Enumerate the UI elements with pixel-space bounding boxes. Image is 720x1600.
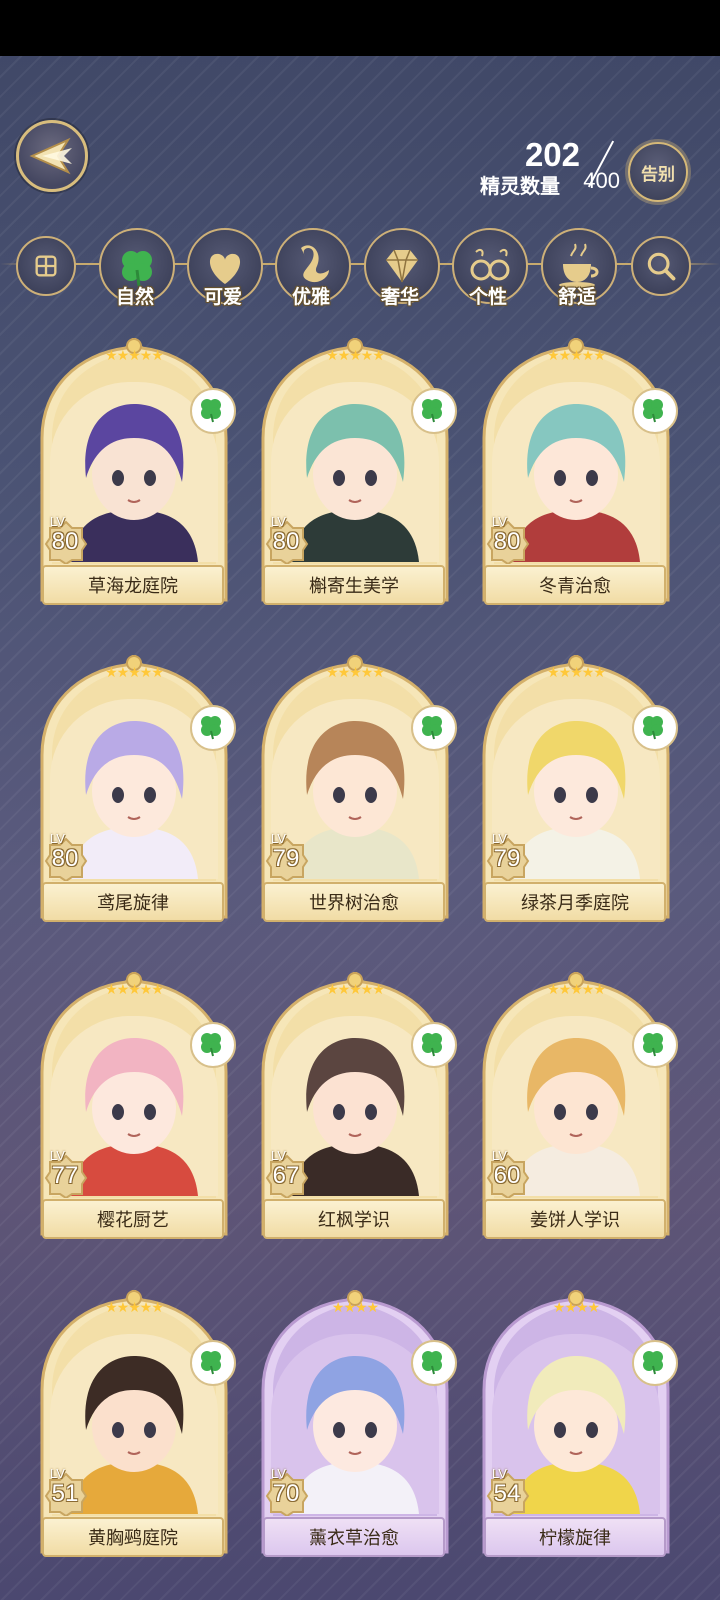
- spirit-count-label: 精灵数量: [480, 174, 560, 198]
- spirit-name: 世界树治愈: [263, 882, 445, 922]
- filter-label: 可爱: [203, 286, 242, 308]
- level-value: 80: [272, 528, 300, 555]
- filter-grid[interactable]: [16, 236, 76, 296]
- clover-badge-icon: [632, 1022, 678, 1068]
- spirit-name: 薰衣草治愈: [263, 1517, 445, 1557]
- back-arrow-icon: [29, 137, 72, 175]
- spirit-card[interactable]: ★★★★★ LV 80 鸢尾旋律: [40, 655, 236, 927]
- star-rating: ★★★★★: [105, 348, 164, 364]
- star-rating: ★★★★★: [326, 982, 385, 998]
- level-value: 54: [493, 1480, 521, 1507]
- filter-search[interactable]: [631, 236, 691, 296]
- level-value: 51: [51, 1480, 79, 1507]
- star-rating: ★★★★★: [547, 982, 606, 998]
- level-value: 70: [272, 1480, 300, 1507]
- level-tag: LV: [492, 1466, 507, 1481]
- star-rating: ★★★★★: [326, 665, 385, 681]
- spirit-count-max: 400: [583, 168, 620, 193]
- clover-badge-icon: [190, 1022, 236, 1068]
- spirit-count-current: 202: [524, 136, 580, 173]
- spirit-card[interactable]: ★★★★ LV 70 薰衣草治愈: [261, 1290, 457, 1562]
- spirit-name: 柠檬旋律: [484, 1517, 666, 1557]
- clover-badge-icon: [190, 388, 236, 434]
- clover-badge-icon: [632, 388, 678, 434]
- level-value: 80: [493, 528, 521, 555]
- level-tag: LV: [492, 514, 507, 529]
- star-rating: ★★★★★: [105, 1300, 164, 1316]
- spirit-card[interactable]: ★★★★★ LV 80 槲寄生美学: [261, 338, 457, 610]
- farewell-label: 告别: [641, 164, 675, 185]
- spirit-name: 樱花厨艺: [42, 1199, 224, 1239]
- spirit-name: 姜饼人学识: [484, 1199, 666, 1239]
- spirit-card[interactable]: ★★★★★ LV 60 姜饼人学识: [482, 972, 678, 1244]
- star-rating: ★★★★: [331, 1300, 379, 1316]
- grid-icon: [35, 255, 57, 277]
- clover-badge-icon: [411, 1022, 457, 1068]
- spirit-name: 红枫学识: [263, 1199, 445, 1239]
- spirit-card[interactable]: ★★★★★ LV 80 草海龙庭院: [40, 338, 236, 610]
- level-value: 79: [272, 845, 300, 872]
- search-icon: [647, 252, 676, 281]
- filter-label: 奢华: [380, 286, 419, 308]
- level-tag: LV: [271, 1466, 286, 1481]
- level-tag: LV: [492, 831, 507, 846]
- level-tag: LV: [492, 1148, 507, 1163]
- spirit-card[interactable]: ★★★★★ LV 80 冬青治愈: [482, 338, 678, 610]
- spirit-card[interactable]: ★★★★ LV 54 柠檬旋律: [482, 1290, 678, 1562]
- clover-badge-icon: [190, 1340, 236, 1386]
- spirit-card[interactable]: ★★★★★ LV 77 樱花厨艺: [40, 972, 236, 1244]
- level-value: 80: [51, 845, 79, 872]
- spirit-name: 鸢尾旋律: [42, 882, 224, 922]
- level-tag: LV: [50, 1148, 65, 1163]
- back-button[interactable]: [16, 120, 88, 192]
- spirit-count: 202 精灵数量 400: [420, 136, 620, 198]
- level-tag: LV: [271, 1148, 286, 1163]
- level-value: 80: [51, 528, 79, 555]
- spirit-name: 槲寄生美学: [263, 565, 445, 605]
- farewell-button[interactable]: 告别: [628, 142, 688, 202]
- star-rating: ★★★★★: [105, 665, 164, 681]
- level-tag: LV: [271, 514, 286, 529]
- spirit-card[interactable]: ★★★★★ LV 51 黄胸鹀庭院: [40, 1290, 236, 1562]
- spirit-card[interactable]: ★★★★★ LV 79 绿茶月季庭院: [482, 655, 678, 927]
- level-value: 60: [493, 1162, 521, 1189]
- level-tag: LV: [271, 831, 286, 846]
- level-tag: LV: [50, 514, 65, 529]
- star-rating: ★★★★★: [326, 348, 385, 364]
- level-tag: LV: [50, 831, 65, 846]
- filter-label: 舒适: [557, 286, 596, 308]
- status-bar: [0, 0, 720, 56]
- clover-badge-icon: [411, 705, 457, 751]
- filter-label: 自然: [115, 286, 154, 308]
- level-value: 67: [272, 1162, 300, 1189]
- clover-badge-icon: [632, 1340, 678, 1386]
- level-tag: LV: [50, 1466, 65, 1481]
- clover-badge-icon: [411, 1340, 457, 1386]
- clover-badge-icon: [190, 705, 236, 751]
- spirit-name: 黄胸鹀庭院: [42, 1517, 224, 1557]
- spirit-card[interactable]: ★★★★★ LV 79 世界树治愈: [261, 655, 457, 927]
- star-rating: ★★★★★: [105, 982, 164, 998]
- star-rating: ★★★★★: [547, 665, 606, 681]
- level-value: 79: [493, 845, 521, 872]
- star-rating: ★★★★★: [547, 348, 606, 364]
- spirit-name: 冬青治愈: [484, 565, 666, 605]
- spirit-card[interactable]: ★★★★★ LV 67 红枫学识: [261, 972, 457, 1244]
- filter-label: 优雅: [291, 286, 330, 308]
- star-rating: ★★★★: [552, 1300, 600, 1316]
- spirit-name: 绿茶月季庭院: [484, 882, 666, 922]
- level-value: 77: [51, 1162, 79, 1189]
- spirit-name: 草海龙庭院: [42, 565, 224, 605]
- filter-label: 个性: [468, 286, 507, 308]
- clover-badge-icon: [632, 705, 678, 751]
- clover-badge-icon: [411, 388, 457, 434]
